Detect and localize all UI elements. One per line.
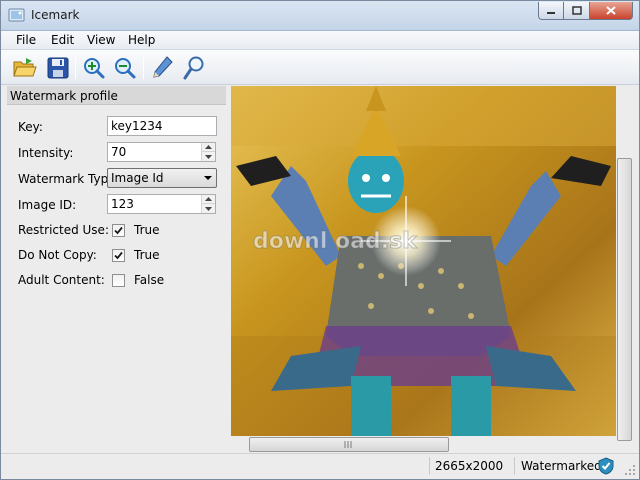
maximize-button[interactable] — [564, 2, 590, 20]
image-id-value: 123 — [111, 197, 134, 211]
watermark-text: downl oad.sk — [253, 229, 418, 254]
adult-content-checkbox[interactable]: False — [112, 273, 164, 287]
intensity-down-button[interactable] — [202, 152, 215, 161]
zoom-out-button[interactable] — [112, 55, 138, 81]
menu-file[interactable]: File — [16, 33, 36, 47]
minimize-button[interactable] — [538, 2, 564, 20]
image-dimensions: 2665x2000 — [435, 459, 504, 473]
checkbox-box[interactable] — [112, 248, 125, 262]
checkbox-box[interactable] — [112, 223, 125, 237]
menu-help[interactable]: Help — [128, 33, 155, 47]
checkbox-box[interactable] — [112, 273, 125, 287]
key-label: Key: — [18, 120, 43, 134]
menu-bar: File Edit View Help — [1, 31, 639, 50]
panel-title: Watermark profile — [7, 86, 226, 105]
intensity-stepper[interactable]: 70 — [107, 142, 216, 162]
image-preview[interactable]: downl oad.sk — [231, 86, 616, 436]
menu-edit[interactable]: Edit — [51, 33, 74, 47]
image-id-label: Image ID: — [18, 198, 77, 212]
menu-view[interactable]: View — [87, 33, 115, 47]
resize-grip-icon[interactable] — [625, 465, 636, 476]
watermark-type-value: Image Id — [111, 171, 164, 185]
arrow-down-icon — [205, 154, 212, 159]
grip-icon — [344, 441, 352, 448]
zoom-out-icon — [115, 58, 136, 79]
do-not-copy-label: Do Not Copy: — [18, 248, 97, 262]
arrow-down-icon — [205, 206, 212, 211]
minimize-icon — [547, 11, 555, 14]
open-folder-icon — [13, 58, 37, 77]
zoom-in-icon — [84, 58, 105, 79]
maximize-icon — [571, 6, 582, 15]
horizontal-scroll-thumb[interactable] — [249, 437, 449, 452]
intensity-label: Intensity: — [18, 146, 74, 160]
app-icon — [8, 7, 26, 23]
detect-button[interactable] — [181, 55, 207, 81]
vertical-scrollbar[interactable] — [616, 86, 633, 441]
zoom-in-button[interactable] — [81, 55, 107, 81]
restricted-use-value: True — [134, 223, 160, 237]
close-icon — [606, 6, 616, 15]
title-bar[interactable]: Icemark — [1, 1, 639, 31]
vertical-scroll-thumb[interactable] — [617, 158, 632, 441]
toolbar — [1, 50, 639, 85]
image-id-stepper[interactable]: 123 — [107, 194, 216, 214]
window-title: Icemark — [31, 8, 80, 22]
status-bar: 2665x2000 Watermarked — [1, 453, 639, 479]
watermark-pen-button[interactable] — [149, 55, 175, 81]
pencil-icon — [153, 56, 173, 78]
image-id-up-button[interactable] — [202, 195, 215, 204]
chevron-down-icon — [204, 176, 212, 180]
arrow-up-icon — [205, 197, 212, 201]
shield-check-icon — [598, 457, 614, 478]
checkmark-icon — [114, 251, 123, 259]
restricted-use-label: Restricted Use: — [18, 223, 109, 237]
open-button[interactable] — [12, 55, 38, 81]
intensity-up-button[interactable] — [202, 143, 215, 152]
adult-content-label: Adult Content: — [18, 273, 105, 287]
arrow-up-icon — [205, 145, 212, 149]
watermark-type-select[interactable]: Image Id — [107, 168, 217, 188]
horizontal-scrollbar[interactable] — [231, 436, 616, 453]
close-button[interactable] — [590, 2, 633, 20]
app-window: Icemark File Edit View Help Watermark pr… — [0, 0, 640, 480]
do-not-copy-checkbox[interactable]: True — [112, 248, 160, 262]
key-input[interactable]: key1234 — [107, 116, 217, 136]
photo-image: downl oad.sk — [231, 86, 616, 436]
restricted-use-checkbox[interactable]: True — [112, 223, 160, 237]
save-disk-icon — [47, 57, 69, 79]
save-button[interactable] — [45, 55, 71, 81]
intensity-value: 70 — [111, 145, 127, 159]
magnifier-icon — [183, 56, 204, 80]
watermark-type-label: Watermark Type: — [18, 172, 120, 186]
watermark-profile-panel: Watermark profile Key: key1234 Intensity… — [7, 86, 227, 453]
adult-content-value: False — [134, 273, 165, 287]
do-not-copy-value: True — [134, 248, 160, 262]
watermark-status: Watermarked — [521, 459, 602, 473]
image-id-down-button[interactable] — [202, 204, 215, 213]
checkmark-icon — [114, 226, 123, 234]
